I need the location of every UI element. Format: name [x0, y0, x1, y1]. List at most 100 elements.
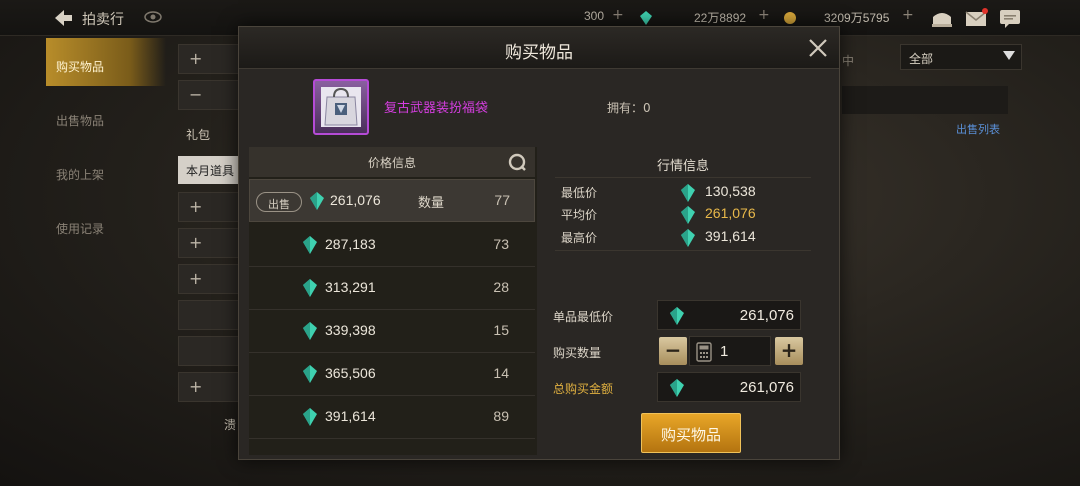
page-title: 拍卖行	[82, 12, 124, 28]
sidebar-item-label: 使用记录	[56, 222, 105, 236]
gift-bag-icon	[321, 87, 361, 127]
gem-currency-icon	[670, 379, 684, 397]
currency-2-value: 22万8892	[694, 11, 747, 25]
sidebar-item-label: 购买物品	[56, 60, 105, 74]
item-thumbnail[interactable]	[313, 79, 369, 135]
price-row[interactable]: 287,183 73	[249, 224, 535, 267]
gem-currency-icon	[681, 229, 695, 247]
sidebar-item-records[interactable]: 使用记录	[46, 200, 166, 248]
total-amount-box: 261,076	[657, 372, 801, 402]
chevron-down-icon	[1003, 51, 1015, 60]
unit-min-price-box: 261,076	[657, 300, 801, 330]
price-row[interactable]: 365,506 14	[249, 353, 535, 396]
price-row[interactable]: 339,398 15	[249, 310, 535, 353]
total-amount-value: 261,076	[739, 379, 794, 396]
price-value: 313,291	[325, 279, 376, 295]
price-value: 391,614	[325, 408, 376, 424]
currency-2-add-button[interactable]: +	[758, 7, 770, 23]
background-panel	[842, 86, 1008, 114]
sidebar-item-sell[interactable]: 出售物品	[46, 92, 166, 140]
sidebar-item-my-listings[interactable]: 我的上架	[46, 146, 166, 194]
purchase-quantity-label: 购买数量	[553, 346, 602, 360]
dialog-title: 购买物品	[505, 43, 573, 63]
gem-currency-icon	[303, 236, 317, 254]
market-info-panel: 最低价 130,538 平均价 261,076 最高价 391,614	[555, 177, 811, 251]
eye-icon[interactable]	[144, 10, 162, 24]
currency-1-value: 300	[584, 9, 605, 23]
gem-currency-icon	[670, 307, 684, 325]
category-label[interactable]: 溃	[178, 410, 244, 438]
category-expand-button[interactable]: +	[178, 192, 244, 222]
gem-currency-icon	[303, 279, 317, 297]
category-expand-button[interactable]: +	[178, 264, 244, 294]
gem-currency-icon	[310, 192, 324, 210]
background-text-fragment: 中	[842, 54, 855, 68]
min-price-value: 130,538	[705, 183, 756, 199]
gem-currency-icon	[303, 322, 317, 340]
back-arrow-icon[interactable]	[52, 7, 74, 29]
price-row[interactable]: 313,291 28	[249, 267, 535, 310]
total-amount-label: 总购买金额	[553, 382, 614, 396]
shop-icon[interactable]	[930, 7, 954, 29]
sidebar-item-label: 出售物品	[56, 114, 105, 128]
minus-icon: −	[664, 338, 682, 362]
close-icon[interactable]	[807, 37, 829, 59]
max-price-value: 391,614	[705, 228, 756, 244]
gold-coin-icon	[784, 12, 796, 24]
quantity-input[interactable]	[720, 343, 764, 360]
price-list-header: 价格信息	[249, 147, 535, 177]
price-value: 261,076	[330, 192, 381, 208]
price-list-title: 价格信息	[367, 156, 416, 170]
quantity-value: 28	[493, 279, 509, 295]
quantity-value: 89	[493, 408, 509, 424]
gem-currency-icon	[303, 365, 317, 383]
moon-coin-icon	[504, 12, 510, 24]
price-value: 287,183	[325, 236, 376, 252]
owned-label: 拥有：	[607, 101, 644, 115]
quantity-value: 73	[493, 236, 509, 252]
mail-icon[interactable]	[964, 7, 988, 29]
category-row[interactable]	[178, 300, 244, 330]
price-value: 365,506	[325, 365, 376, 381]
quantity-stepper[interactable]	[689, 336, 771, 366]
market-info-title: 行情信息	[656, 159, 709, 174]
filter-dropdown-value: 全部	[909, 52, 934, 66]
price-list-panel: 价格信息 出售 261,076 数量 77 287,183 73 313,291…	[249, 147, 537, 455]
sell-tag: 出售	[256, 192, 302, 212]
avg-price-value: 261,076	[705, 205, 756, 221]
category-collapse-button[interactable]: −	[178, 80, 244, 110]
unit-min-price-label: 单品最低价	[553, 310, 614, 324]
currency-1-add-button[interactable]: +	[612, 7, 624, 23]
item-name: 复古武器装扮福袋	[384, 101, 489, 116]
unit-min-price-value: 261,076	[739, 307, 794, 324]
calculator-icon[interactable]	[696, 342, 712, 362]
category-expand-button[interactable]: +	[178, 228, 244, 258]
price-row[interactable]: 391,614 89	[249, 396, 535, 439]
quantity-value: 14	[493, 365, 509, 381]
avg-price-label: 平均价	[561, 208, 598, 222]
sidebar-item-label: 我的上架	[56, 168, 105, 182]
buy-item-button[interactable]: 购买物品	[641, 413, 741, 453]
chat-icon[interactable]	[998, 7, 1022, 29]
category-row[interactable]	[178, 336, 244, 366]
owned-count: 拥有：0	[607, 99, 651, 116]
quantity-label: 数量	[418, 196, 445, 211]
plus-icon: +	[780, 338, 798, 362]
currency-3-add-button[interactable]: +	[902, 7, 914, 23]
filter-dropdown[interactable]: 全部	[900, 44, 1022, 70]
category-expand-button[interactable]: +	[178, 372, 244, 402]
price-row-selected[interactable]: 出售 261,076 数量 77	[249, 179, 535, 222]
sale-list-link[interactable]: 出售列表	[956, 121, 1000, 137]
sidebar-item-buy[interactable]: 购买物品	[46, 38, 166, 86]
min-price-label: 最低价	[561, 186, 598, 200]
price-value: 339,398	[325, 322, 376, 338]
category-label[interactable]: 礼包	[178, 120, 244, 148]
increase-quantity-button[interactable]: +	[775, 337, 803, 365]
category-expand-button[interactable]: +	[178, 44, 244, 74]
gem-currency-icon	[681, 206, 695, 224]
category-label-selected[interactable]: 本月道具	[178, 156, 244, 184]
gem-currency-icon	[640, 11, 652, 25]
decrease-quantity-button[interactable]: −	[659, 337, 687, 365]
currency-3-value: 3209万5795	[824, 11, 890, 25]
refresh-icon[interactable]	[507, 152, 527, 172]
